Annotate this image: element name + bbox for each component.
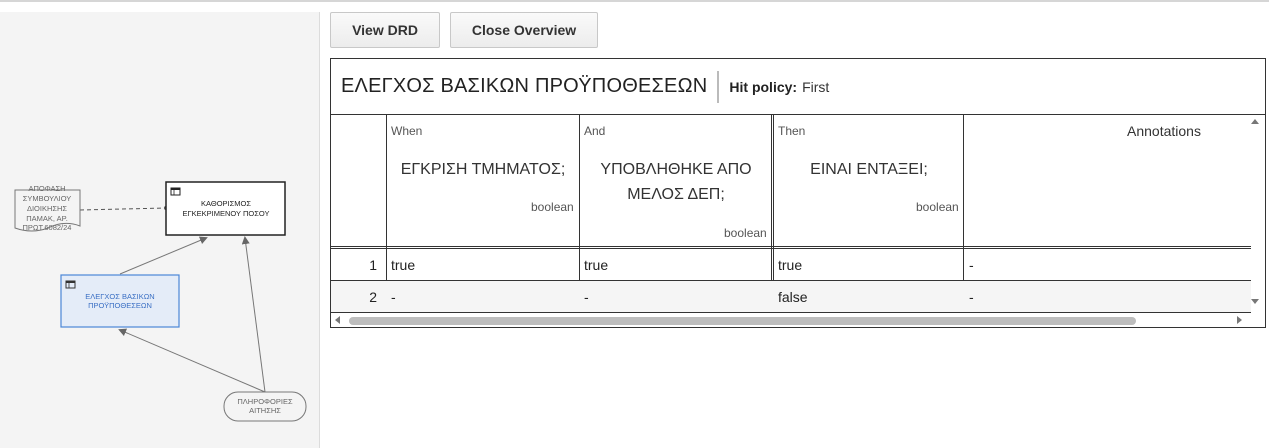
hit-policy-label: Hit policy: [729,78,798,95]
information-requirement-input-to-check[interactable] [118,328,266,393]
output-type[interactable]: boolean [916,200,959,214]
rule-annotation-cell[interactable]: - [969,281,974,313]
hit-policy-value[interactable]: First [802,79,829,95]
knowledge-source-node[interactable]: ΑΠΟΦΑΣΗ ΣΥΜΒΟΥΛΙΟΥ ΔΙΟΙΚΗΣΗΣ ΠΑΜΑΚ, ΑΡ. … [14,184,81,232]
input-label-1: ΠΛΗΡΟΦΟΡΙΕΣ [237,397,293,406]
decision-amount-label-1: ΚΑΘΟΡΙΣΜΟΣ [201,199,251,208]
vertical-scrollbar[interactable] [1249,117,1261,307]
scroll-right-icon[interactable] [1237,316,1242,324]
knowledge-label-3: ΔΙΟΙΚΗΣΗΣ [27,204,67,213]
decision-table: ΕΛΕΓΧΟΣ ΒΑΣΙΚΩΝ ΠΡΟΫΠΟΘΕΣΕΩΝ Hit policy:… [330,58,1266,328]
rule-cell[interactable]: true [584,249,608,281]
output-name[interactable]: ΕΙΝΑΙ ΕΝΤΑΞΕΙ; [775,157,963,182]
input-type-1[interactable]: boolean [531,200,574,214]
clause-label-when: When [391,124,423,138]
table-row[interactable]: 2 - - false - [331,281,1251,313]
decision-table-header: ΕΛΕΓΧΟΣ ΒΑΣΙΚΩΝ ΠΡΟΫΠΟΘΕΣΕΩΝ Hit policy:… [331,59,1265,115]
input-expression-2-line-1[interactable]: ΥΠΟΒΛΗΘΗΚΕ ΑΠΟ [581,157,771,182]
decision-node-amount[interactable]: ΚΑΘΟΡΙΣΜΟΣ ΕΓΚΕΚΡΙΜΕΝΟΥ ΠΟΣΟΥ [165,181,286,236]
decision-check-label-2: ΠΡΟΫΠΟΘΕΣΕΩΝ [88,301,152,310]
rule-index: 2 [369,289,377,305]
clause-label-then: Then [778,124,806,138]
rule-cell[interactable]: false [778,281,808,313]
close-overview-button[interactable]: Close Overview [450,12,598,48]
view-drd-button[interactable]: View DRD [330,12,440,48]
knowledge-label-4: ΠΑΜΑΚ, ΑΡ. [26,214,68,223]
knowledge-label-5: ΠΡΩΤ.6082/24 [23,223,72,232]
input-label-2: ΑΙΤΗΣΗΣ [249,406,281,415]
scroll-left-icon[interactable] [335,316,340,324]
knowledge-label-1: ΑΠΟΦΑΣΗ [28,184,65,193]
input-type-2[interactable]: boolean [724,226,767,240]
decision-node-check-selected[interactable]: ΕΛΕΓΧΟΣ ΒΑΣΙΚΩΝ ΠΡΟΫΠΟΘΕΣΕΩΝ [60,274,180,328]
input-data-node[interactable]: ΠΛΗΡΟΦΟΡΙΕΣ ΑΙΤΗΣΗΣ [223,391,307,422]
information-requirement-input-to-amount[interactable] [241,236,266,393]
table-row[interactable]: 1 true true true - [331,249,1251,281]
horizontal-scroll-thumb[interactable] [349,317,1136,325]
decision-check-label-1: ΕΛΕΓΧΟΣ ΒΑΣΙΚΩΝ [85,292,154,301]
knowledge-label-2: ΣΥΜΒΟΥΛΙΟΥ [23,194,72,203]
input-expression-1[interactable]: ΕΓΚΡΙΣΗ ΤΜΗΜΑΤΟΣ; [389,157,577,182]
horizontal-scrollbar[interactable] [331,313,1265,327]
information-requirement-check-to-amount[interactable] [119,236,208,275]
annotations-header: Annotations [1127,123,1201,139]
drd-overview-panel[interactable]: ΑΠΟΦΑΣΗ ΣΥΜΒΟΥΛΙΟΥ ΔΙΟΙΚΗΣΗΣ ΠΑΜΑΚ, ΑΡ. … [0,12,320,448]
rule-cell[interactable]: - [584,281,589,313]
rule-cell[interactable]: true [778,249,802,281]
rule-cell[interactable]: - [391,281,396,313]
knowledge-requirement-connection[interactable] [79,207,167,211]
drd-canvas[interactable]: ΑΠΟΦΑΣΗ ΣΥΜΒΟΥΛΙΟΥ ΔΙΟΙΚΗΣΗΣ ΠΑΜΑΚ, ΑΡ. … [0,12,320,448]
scroll-down-icon[interactable] [1251,299,1259,304]
rule-cell[interactable]: true [391,249,415,281]
decision-table-name[interactable]: ΕΛΕΓΧΟΣ ΒΑΣΙΚΩΝ ΠΡΟΫΠΟΘΕΣΕΩΝ [331,75,707,98]
decision-amount-label-2: ΕΓΚΕΚΡΙΜΕΝΟΥ ΠΟΣΟΥ [183,209,270,218]
header-separator [717,70,720,103]
input-expression-2-line-2[interactable]: ΜΕΛΟΣ ΔΕΠ; [581,182,771,207]
scroll-up-icon[interactable] [1251,119,1259,124]
rule-annotation-cell[interactable]: - [969,249,974,281]
top-border [0,0,1269,2]
rule-index: 1 [369,257,377,273]
clause-label-and: And [584,124,606,138]
